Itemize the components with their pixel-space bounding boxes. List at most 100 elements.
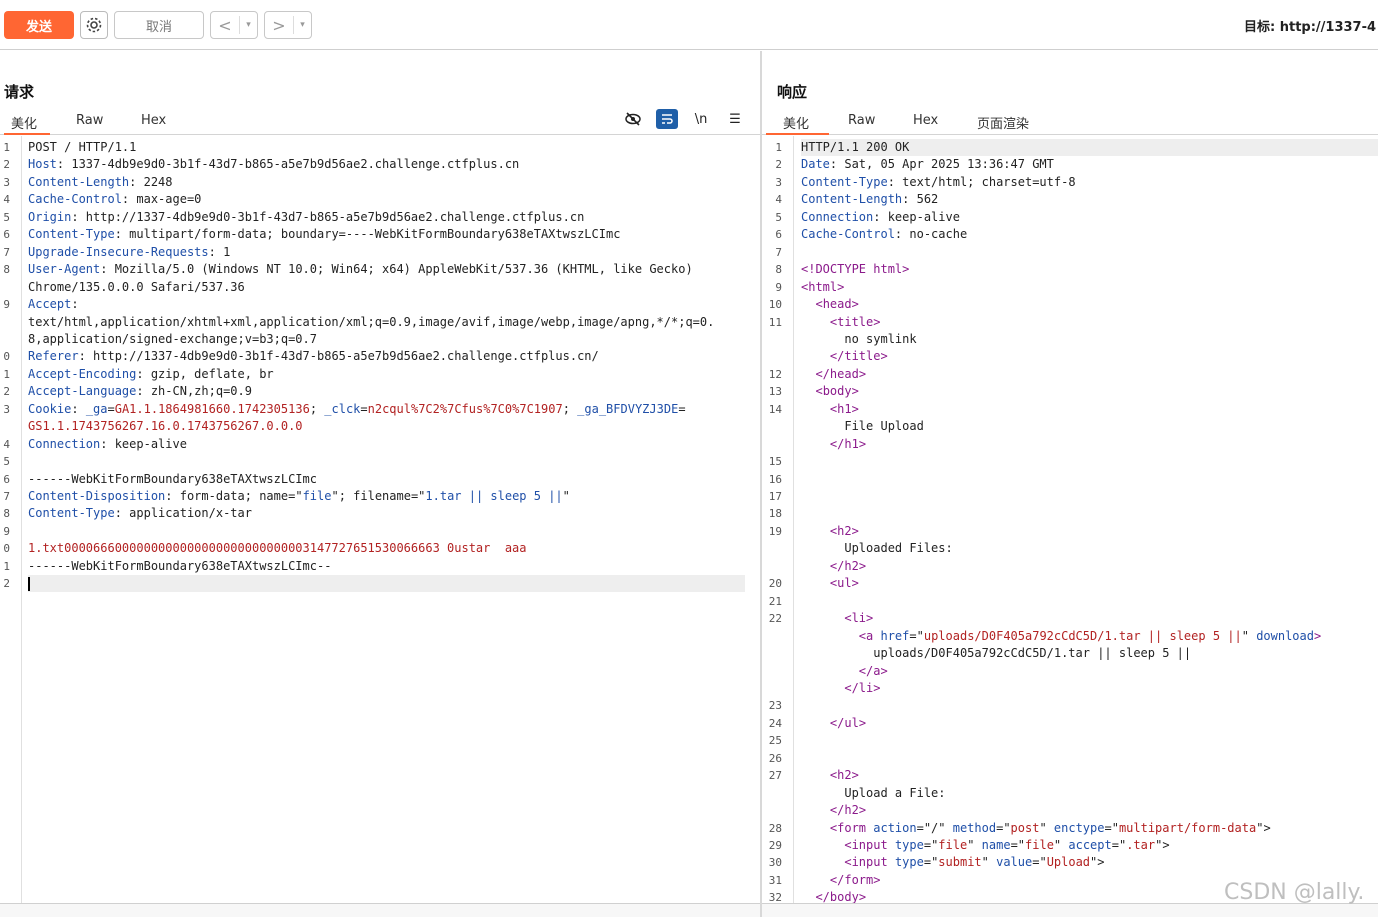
line-number: 2 — [3, 158, 10, 172]
tab-pretty[interactable]: 美化 — [4, 113, 50, 135]
response-editor[interactable]: 1 2 3 4 5 6 7 8 9 10 11 12 13 14 15 16 17 18 19 20 21 22 23 24 2… — [762, 136, 1378, 903]
code-line[interactable]: Connection: keep-alive — [801, 209, 960, 226]
wrap-icon[interactable] — [656, 109, 678, 129]
code-line[interactable] — [28, 575, 30, 592]
settings-button[interactable] — [80, 11, 108, 39]
code-line[interactable]: </ul> — [801, 715, 866, 732]
code-line[interactable]: Host: 1337-4db9e9d0-3b1f-43d7-b865-a5e7b… — [28, 156, 519, 173]
chevron-down-icon[interactable]: ▾ — [239, 16, 257, 34]
menu-icon[interactable]: ☰ — [724, 109, 746, 129]
cancel-button[interactable]: 取消 — [114, 11, 204, 39]
code-line[interactable]: POST / HTTP/1.1 — [28, 139, 136, 156]
tab-raw[interactable]: Raw — [76, 113, 103, 135]
code-line[interactable]: Cache-Control: max-age=0 — [28, 191, 201, 208]
code-line[interactable]: <li> — [801, 610, 873, 627]
tab-hex[interactable]: Hex — [141, 113, 166, 135]
code-line[interactable]: File Upload — [801, 418, 923, 435]
code-line[interactable]: Content-Length: 562 — [801, 191, 938, 208]
code-line[interactable]: Content-Disposition: form-data; name="fi… — [28, 488, 570, 505]
code-token: =" — [1104, 820, 1119, 835]
code-line[interactable]: GS1.1.1743756267.16.0.1743756267.0.0.0 — [28, 418, 303, 435]
target-label[interactable]: 目标: http://1337-4 — [1244, 16, 1376, 35]
code-token: < — [801, 768, 838, 783]
code-line[interactable]: Accept-Language: zh-CN,zh;q=0.9 — [28, 383, 252, 400]
send-button[interactable]: 发送 — [4, 11, 74, 39]
tab-pretty[interactable]: 美化 — [766, 113, 829, 135]
code-line[interactable]: </a> — [801, 663, 888, 680]
newline-icon[interactable]: \n — [690, 109, 712, 129]
code-line[interactable]: Cookie: _ga=GA1.1.1864981660.1742305136;… — [28, 401, 686, 418]
code-line[interactable]: Origin: http://1337-4db9e9d0-3b1f-43d7-b… — [28, 209, 584, 226]
code-token: =" — [923, 855, 939, 870]
code-line[interactable]: <input type="submit" value="Upload"> — [801, 854, 1104, 871]
code-line[interactable]: <head> — [801, 296, 858, 313]
code-token: h1 — [837, 401, 852, 416]
code-line[interactable]: ------WebKitFormBoundary638eTAXtwszLCImc… — [28, 558, 331, 575]
code-line[interactable]: Cache-Control: no-cache — [801, 226, 967, 243]
code-line[interactable]: Content-Type: text/html; charset=utf-8 — [801, 174, 1076, 191]
response-code[interactable]: HTTP/1.1 200 OK Date: Sat, 05 Apr 2025 13… — [801, 136, 1378, 903]
code-token: ------WebKitFormBoundary638eTAXtwszLCImc — [28, 471, 317, 486]
code-line[interactable]: </h2> — [801, 802, 866, 819]
code-line[interactable]: </title> — [801, 348, 888, 365]
code-line[interactable]: <a href="uploads/D0F405a792cCdC5D/1.tar … — [801, 628, 1321, 645]
code-line[interactable]: Content-Type: multipart/form-data; bound… — [28, 226, 620, 243]
response-search-bar[interactable] — [762, 903, 1378, 917]
code-line[interactable]: Content-Type: application/x-tar — [28, 505, 252, 522]
code-line[interactable]: </form> — [801, 872, 881, 889]
tab-raw[interactable]: Raw — [848, 113, 875, 135]
code-token: : no-cache — [894, 227, 968, 242]
code-line[interactable]: Content-Length: 2248 — [28, 174, 173, 191]
code-line[interactable]: <h2> — [801, 767, 859, 784]
code-line[interactable]: Accept-Encoding: gzip, deflate, br — [28, 366, 274, 383]
code-line[interactable]: text/html,application/xhtml+xml,applicat… — [28, 314, 714, 331]
tab-render[interactable]: 页面渲染 — [977, 113, 1029, 135]
request-code[interactable]: POST / HTTP/1.1 Host: 1337-4db9e9d0-3b1f-… — [28, 136, 745, 903]
code-line[interactable]: Upload a File: — [801, 785, 945, 802]
eye-off-icon[interactable] — [622, 109, 644, 129]
code-line[interactable]: </h1> — [801, 436, 866, 453]
code-line[interactable]: User-Agent: Mozilla/5.0 (Windows NT 10.0… — [28, 261, 693, 278]
code-line[interactable]: uploads/D0F405a792cCdC5D/1.tar || sleep … — [801, 645, 1191, 662]
code-line[interactable]: Connection: keep-alive — [28, 436, 187, 453]
code-line[interactable]: Chrome/135.0.0.0 Safari/537.36 — [28, 279, 245, 296]
code-line[interactable]: <html> — [801, 279, 844, 296]
request-search-bar[interactable] — [0, 903, 760, 917]
code-line[interactable]: </head> — [801, 366, 866, 383]
code-line[interactable]: <body> — [801, 383, 858, 400]
code-line[interactable]: Uploaded Files: — [801, 540, 952, 557]
line-number: 1 — [3, 559, 10, 573]
code-line[interactable]: <h2> — [801, 523, 859, 540]
code-line[interactable]: 8,application/signed-exchange;v=b3;q=0.7 — [28, 331, 317, 348]
code-line[interactable]: HTTP/1.1 200 OK — [801, 139, 909, 156]
code-line[interactable]: <input type="file" name="file" accept=".… — [801, 837, 1169, 854]
code-line[interactable]: ------WebKitFormBoundary638eTAXtwszLCImc — [28, 471, 317, 488]
back-button[interactable]: < ▾ — [210, 11, 258, 39]
code-line[interactable]: Accept: — [28, 296, 79, 313]
code-line[interactable]: <h1> — [801, 401, 859, 418]
code-token: > — [858, 366, 867, 381]
code-line[interactable]: </h2> — [801, 558, 866, 575]
line-number: 9 — [3, 524, 10, 538]
code-line[interactable]: </li> — [801, 680, 880, 697]
code-line[interactable]: </body> — [801, 889, 866, 903]
code-token: : http://1337-4db9e9d0-3b1f-43d7-b865-a5… — [78, 349, 599, 364]
tab-hex[interactable]: Hex — [913, 113, 938, 135]
chevron-down-icon[interactable]: ▾ — [293, 16, 311, 34]
code-line[interactable]: 1.txt00006660000000000000000000000000031… — [28, 540, 527, 557]
code-line[interactable]: <!DOCTYPE html> — [801, 261, 909, 278]
code-line[interactable]: <form action="/" method="post" enctype="… — [801, 820, 1271, 837]
line-number: 20 — [768, 577, 782, 591]
line-number: 16 — [768, 472, 782, 486]
code-token: " — [981, 855, 997, 870]
forward-button[interactable]: > ▾ — [264, 11, 312, 39]
code-line[interactable]: <ul> — [801, 575, 859, 592]
code-line[interactable]: <title> — [801, 314, 881, 331]
code-line[interactable]: Date: Sat, 05 Apr 2025 13:36:47 GMT — [801, 156, 1054, 173]
code-token: > — [866, 611, 874, 626]
request-editor[interactable]: 1 2 3 4 5 6 7 8 9 0 1 2 3 4 5 6 7 8 9 0 1 2 POST / HTTP/1.1 Ho… — [0, 136, 760, 903]
code-line[interactable]: Upgrade-Insecure-Requests: 1 — [28, 244, 230, 261]
code-line[interactable]: no symlink — [801, 331, 916, 348]
code-token: : Mozilla/5.0 (Windows NT 10.0; Win64; x… — [100, 262, 693, 277]
code-line[interactable]: Referer: http://1337-4db9e9d0-3b1f-43d7-… — [28, 348, 599, 365]
